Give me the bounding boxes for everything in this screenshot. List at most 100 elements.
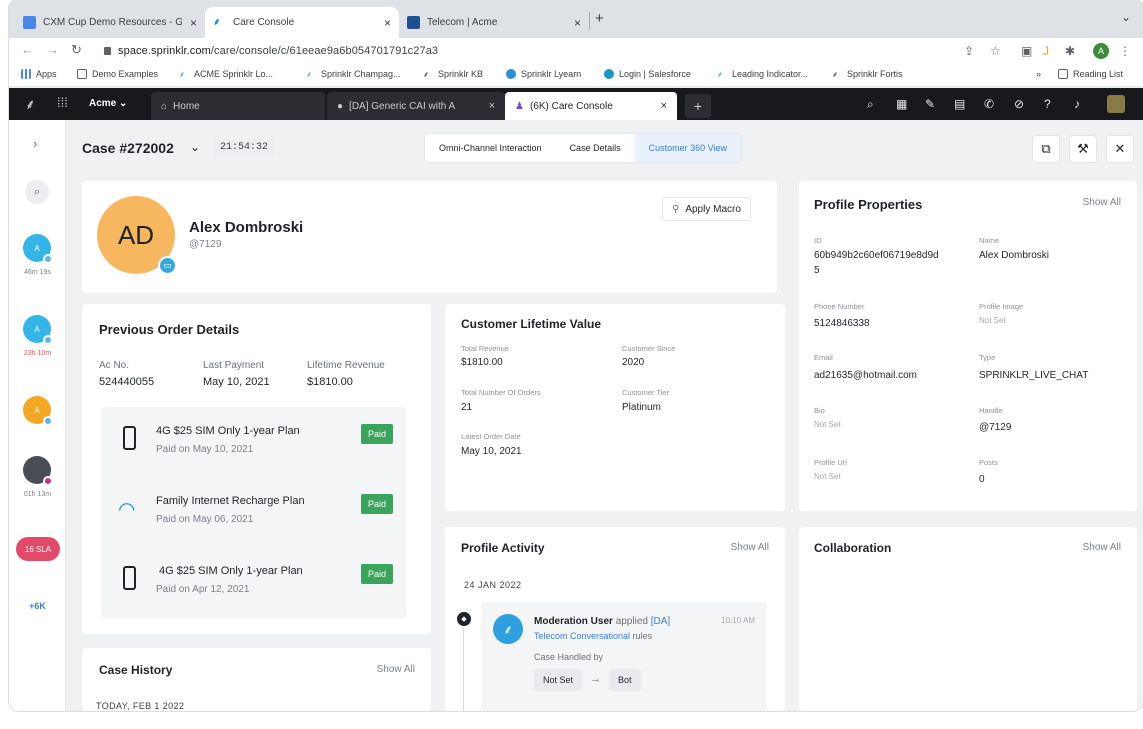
close-tab-icon[interactable]: × bbox=[661, 100, 667, 112]
tab-omni-channel-interaction[interactable]: Omni-Channel Interaction bbox=[425, 134, 556, 162]
bookmark-leading-indicator[interactable]: ⸙ Leading Indicator... bbox=[717, 69, 808, 79]
extension-j-icon[interactable]: J bbox=[1043, 44, 1049, 58]
share-icon[interactable]: ⇪ bbox=[964, 44, 974, 58]
sprinklr-icon: ⸙ bbox=[832, 70, 838, 79]
sprinklr-icon: ⸙ bbox=[179, 70, 185, 79]
bookmarks-overflow-button[interactable]: » bbox=[1036, 69, 1041, 79]
order-item[interactable]: ◠ Family Internet Recharge Plan Paid on … bbox=[101, 477, 407, 547]
sla-badge[interactable]: 16 SLA bbox=[16, 537, 60, 561]
bookmark-sprinklr-lyearn[interactable]: Sprinklr Lyearn bbox=[506, 69, 581, 79]
reading-list-button[interactable]: Reading List bbox=[1058, 69, 1123, 79]
activity-time: 10:10 AM bbox=[721, 616, 755, 625]
bookmark-apps[interactable]: Apps bbox=[21, 69, 57, 79]
bookmark-star-icon[interactable]: ☆ bbox=[990, 44, 1001, 58]
bookmark-demo-examples[interactable]: Demo Examples bbox=[77, 69, 158, 79]
order-item[interactable]: 4G $25 SIM Only 1-year Plan Paid on May … bbox=[101, 407, 407, 477]
conversation-timer: 23h 10m bbox=[23, 350, 52, 357]
show-all-link[interactable]: Show All bbox=[1083, 542, 1121, 553]
app-tab-home[interactable]: ⌂ Home bbox=[151, 92, 325, 120]
bookmark-sprinklr-fortis[interactable]: ⸙ Sprinklr Fortis bbox=[832, 69, 903, 79]
compose-icon[interactable]: ✎ bbox=[925, 97, 935, 111]
history-date: TODAY, FEB 1 2022 bbox=[96, 701, 185, 711]
forward-icon[interactable]: → bbox=[46, 42, 59, 57]
add-app-tab-button[interactable]: + bbox=[685, 94, 711, 118]
calendar-icon[interactable]: ▦ bbox=[896, 97, 907, 111]
notification-bell-icon[interactable]: ♪ bbox=[1074, 97, 1080, 111]
ac-no-label: Ac No. bbox=[99, 360, 130, 371]
show-all-link[interactable]: Show All bbox=[1083, 197, 1121, 208]
show-all-link[interactable]: Show All bbox=[377, 664, 415, 675]
email-label: Email bbox=[814, 353, 833, 362]
clipboard-icon[interactable]: ▤ bbox=[954, 97, 965, 111]
profile-handle: @7129 bbox=[189, 239, 222, 250]
tab-case-details[interactable]: Case Details bbox=[556, 134, 635, 162]
url-path: /care/console/c/61eeae9a6b054701791c27a3 bbox=[210, 45, 439, 57]
wand-icon: ⚲ bbox=[672, 203, 680, 215]
search-icon[interactable]: ⌕ bbox=[867, 97, 874, 112]
launcher-grid-icon[interactable]: ⁞⁞⁞ bbox=[57, 95, 68, 110]
help-icon[interactable]: ? bbox=[1044, 97, 1051, 111]
total-revenue-label: Total Revenue bbox=[461, 344, 509, 353]
more-conversations-link[interactable]: +6K bbox=[9, 601, 66, 611]
profile-header-card: AD ▭ Alex Dombroski @7129 ⚲ Apply Macro bbox=[82, 181, 777, 293]
apps-grid-icon bbox=[21, 69, 31, 79]
bookmark-acme-sprinklr[interactable]: ⸙ ACME Sprinklr Lo... bbox=[179, 69, 273, 79]
show-all-link[interactable]: Show All bbox=[731, 542, 769, 553]
user-avatar[interactable] bbox=[1107, 95, 1125, 113]
bookmark-label: Demo Examples bbox=[92, 69, 159, 79]
sprinklr-logo-icon[interactable]: ⸙ bbox=[25, 95, 36, 114]
order-name: 4G $25 SIM Only 1-year Plan bbox=[156, 425, 300, 437]
activity-rule-tag[interactable]: [DA] bbox=[651, 616, 670, 627]
conversation-avatar[interactable]: A bbox=[23, 396, 53, 426]
last-payment-value: May 10, 2021 bbox=[203, 376, 270, 388]
status-icon[interactable]: ⊘ bbox=[1014, 97, 1024, 111]
workspace-switcher[interactable]: Acme ⌄ bbox=[89, 98, 127, 109]
phone-icon bbox=[123, 566, 136, 590]
back-icon[interactable]: ← bbox=[21, 42, 34, 57]
wrench-icon[interactable]: ⚒ bbox=[1069, 135, 1097, 163]
close-tab-icon[interactable]: × bbox=[574, 16, 581, 30]
new-tab-button[interactable]: + bbox=[595, 10, 604, 27]
phone-icon[interactable]: ✆ bbox=[984, 97, 994, 111]
tab-search-icon[interactable]: ⌄ bbox=[1121, 10, 1131, 24]
url-field[interactable]: space.sprinklr.com/care/console/c/61eeae… bbox=[118, 45, 438, 57]
bookmark-sprinklr-kb[interactable]: ⸙ Sprinklr KB bbox=[423, 69, 483, 79]
layout-icon[interactable]: ⧉ bbox=[1032, 135, 1060, 163]
activity-rule-link[interactable]: Telecom Conversational bbox=[534, 631, 630, 641]
profile-url-value: Not Set bbox=[814, 472, 841, 481]
tab-customer-360-view[interactable]: Customer 360 View bbox=[634, 134, 741, 162]
puzzle-icon[interactable]: ✱ bbox=[1065, 44, 1075, 58]
total-revenue-value: $1810.00 bbox=[461, 357, 503, 368]
browser-tab-cxm-resources[interactable]: CXM Cup Demo Resources - G × bbox=[15, 7, 205, 38]
case-history-card: Case History Show All TODAY, FEB 1 2022 bbox=[82, 648, 431, 711]
close-tab-icon[interactable]: × bbox=[489, 100, 495, 112]
browser-tab-care-console[interactable]: ⸙ Care Console × bbox=[205, 7, 399, 38]
conversation-avatar[interactable]: A bbox=[23, 234, 53, 264]
telecom-icon bbox=[407, 16, 420, 29]
id-value-cont: 5 bbox=[814, 265, 820, 276]
menu-kebab-icon[interactable]: ⋮ bbox=[1119, 44, 1131, 58]
url-host: space.sprinklr.com bbox=[118, 45, 211, 57]
close-icon[interactable]: ✕ bbox=[1106, 135, 1134, 163]
app-tab-care-console[interactable]: ♟ (6K) Care Console × bbox=[505, 92, 677, 120]
expand-rail-icon[interactable]: › bbox=[33, 136, 37, 151]
care-console-content: Case #272002 ⌄ 21:54:32 Omni-Channel Int… bbox=[66, 120, 1143, 711]
search-icon[interactable]: ⌕ bbox=[25, 180, 49, 204]
close-tab-icon[interactable]: × bbox=[190, 16, 197, 30]
close-tab-icon[interactable]: × bbox=[384, 16, 391, 30]
reading-list-label: Reading List bbox=[1073, 69, 1124, 79]
conversation-avatar[interactable]: A bbox=[23, 315, 53, 345]
latest-order-value: May 10, 2021 bbox=[461, 446, 522, 457]
bookmark-salesforce[interactable]: Login | Salesforce bbox=[604, 69, 691, 79]
app-tab-label: (6K) Care Console bbox=[529, 100, 613, 112]
reload-icon[interactable]: ↻ bbox=[71, 42, 82, 58]
extension-icon[interactable]: ▣ bbox=[1021, 44, 1032, 58]
order-item[interactable]: 4G $25 SIM Only 1-year Plan Paid on Apr … bbox=[101, 547, 407, 617]
conversation-avatar[interactable] bbox=[23, 456, 53, 486]
bookmark-sprinklr-champagne[interactable]: ⸙ Sprinklr Champag... bbox=[306, 69, 401, 79]
app-tab-generic-cai[interactable]: ● [DA] Generic CAI with A × bbox=[327, 92, 505, 120]
case-dropdown-icon[interactable]: ⌄ bbox=[190, 140, 200, 154]
browser-tab-telecom[interactable]: Telecom | Acme × bbox=[399, 7, 589, 38]
profile-avatar[interactable]: A bbox=[1093, 43, 1109, 59]
apply-macro-button[interactable]: ⚲ Apply Macro bbox=[662, 197, 751, 221]
